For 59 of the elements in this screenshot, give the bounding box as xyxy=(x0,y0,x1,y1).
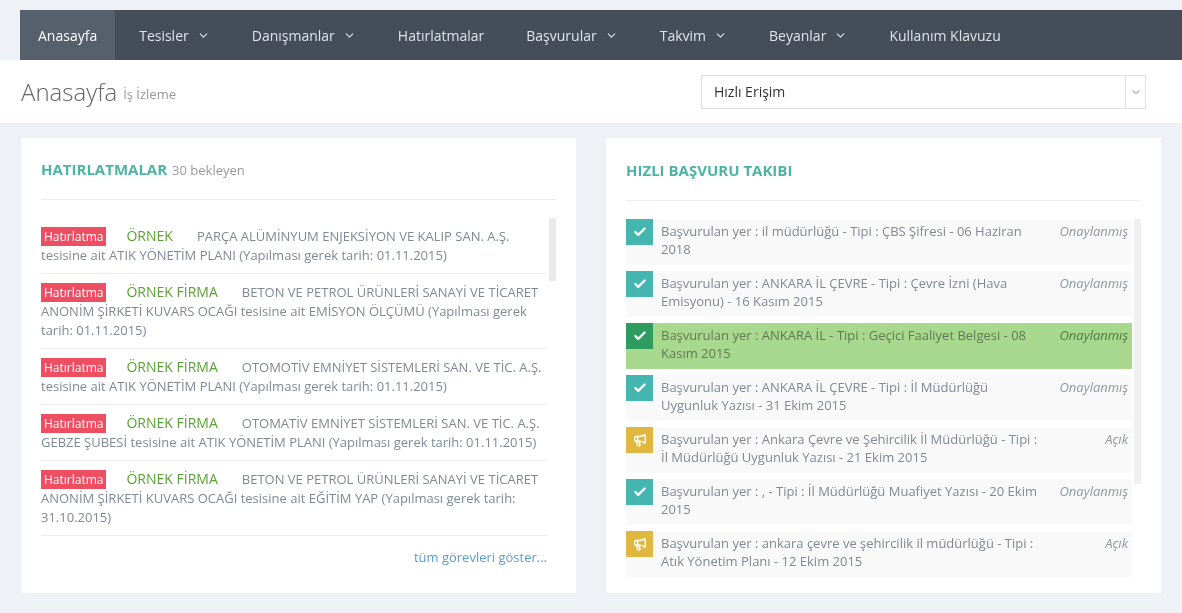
application-text: Başvurulan yer : ankara çevre ve şehircilik il müdürlüğü - Tipi : Atık Yönetim Planı - 12 Ekim 2015 xyxy=(661,533,1035,570)
application-status: Onaylanmış xyxy=(1058,377,1129,398)
megaphone-icon xyxy=(632,433,647,447)
reminder-text[interactable]: Hatırlatma ÖRNEK FİRMA OTOMOTİV EMNİYET SİSTEMLERİ SAN. VE TİC. A.Ş. tesisine ait ATIK YÖNETİM PLANI (Yapılması gerek tarih: 01.11.2015) xyxy=(41,356,547,396)
application-row[interactable]: Başvurulan yer : il müdürlüğü - Tipi : ÇBS Şifresi - 06 Haziran 2018 Onaylanmış xyxy=(626,219,1132,265)
application-row[interactable]: Başvurulan yer : ANKARA İL ÇEVRE - Tipi : Çevre İzni (Hava Emisyonu) - 16 Kasım 2015 Onaylanmış xyxy=(626,271,1132,317)
nav-tab[interactable]: Hatırlatmalar xyxy=(379,10,503,60)
page-subtitle: İş İzleme xyxy=(123,84,176,105)
card-title: HIZLI BAŞVURU TAKIBI xyxy=(626,160,793,180)
page-title: Anasayfa xyxy=(21,73,118,110)
quick-access-select[interactable]: Hızlı Erişim xyxy=(701,74,1146,109)
reminder-badge: Hatırlatma xyxy=(41,413,107,433)
application-status: Açık xyxy=(1103,533,1129,554)
nav-tab[interactable]: Beyanlar xyxy=(751,10,866,60)
reminder-badge: Hatırlatma xyxy=(41,357,107,377)
reminder-text[interactable]: Hatırlatma ÖRNEK FİRMA OTOMATİV EMNİYET SİSTEMLERİ SAN. VE TİC. A.Ş. GEBZE ŞUBESİ tesisine ait ATIK YÖNETİM PLANI (Yapılması gerek tarih: 01.11.2015) xyxy=(41,412,547,452)
megaphone-icon xyxy=(632,537,647,551)
application-text: Başvurulan yer : Ankara Çevre ve Şehircilik İl Müdürlüğü - Tipi : İl Müdürlüğü Uygunluk Yazısı - 21 Ekim 2015 xyxy=(661,429,1039,466)
application-status: Onaylanmış xyxy=(1058,481,1129,502)
firm-name: ÖRNEK FİRMA xyxy=(126,468,218,488)
application-status: Onaylanmış xyxy=(1058,273,1129,294)
application-row[interactable]: Başvurulan yer : Ankara Çevre ve Şehircilik İl Müdürlüğü - Tipi : İl Müdürlüğü Uygunluk Yazısı - 21 Ekim 2015 Açık xyxy=(626,427,1132,473)
application-status: Onaylanmış xyxy=(1058,325,1129,346)
application-row[interactable]: Başvurulan yer : ANKARA İL - Tipi : Geçici Faaliyet Belgesi - 08 Kasım 2015 Onaylanmış xyxy=(626,323,1132,369)
reminder-badge: Hatırlatma xyxy=(41,469,107,489)
application-text: Başvurulan yer : ANKARA İL ÇEVRE - Tipi : İl Müdürlüğü Uygunluk Yazısı - 31 Ekim 2015 xyxy=(661,377,989,414)
pending-count: 30 bekleyen xyxy=(172,161,245,181)
application-text: Başvurulan yer : , - Tipi : İl Müdürlüğü Muafiyet Yazısı - 20 Ekim 2015 xyxy=(661,481,1038,518)
reminder-text[interactable]: Hatırlatma ÖRNEK PARÇA ALÜMİNYUM ENJEKSİYON VE KALIP SAN. A.Ş. tesisine ait ATIK YÖNETİM PLANI (Yapılması gerek tarih: 01.11.2015) xyxy=(41,225,547,265)
card-title: HATIRLATMALAR xyxy=(41,158,168,181)
firm-name: ÖRNEK FİRMA xyxy=(126,356,218,376)
firm-name: ÖRNEK FİRMA xyxy=(126,281,218,301)
check-icon xyxy=(632,277,647,291)
nav-tab[interactable]: Takvim xyxy=(641,10,746,60)
select-value: Hızlı Erişim xyxy=(713,81,787,102)
nav-tab[interactable]: Başvurular xyxy=(508,10,636,60)
nav-tab[interactable]: Tesisler xyxy=(121,10,228,60)
application-row[interactable]: Başvurulan yer : ankara çevre ve şehircilik il müdürlüğü - Tipi : Atık Yönetim Planı - 12 Ekim 2015 Açık xyxy=(626,531,1132,577)
nav-tab[interactable]: Anasayfa xyxy=(20,10,116,60)
check-icon xyxy=(632,329,647,343)
check-icon xyxy=(632,485,647,499)
reminder-text[interactable]: Hatırlatma ÖRNEK FİRMA BETON VE PETROL ÜRÜNLERİ SANAYİ VE TİCARET ANONİM ŞİRKETİ KUVARS OCAĞI tesisine ait EMİSYON ÖLÇÜMÜ (Yapılması gerek tarih: 01.11.2015) xyxy=(41,281,547,340)
reminder-badge: Hatırlatma xyxy=(41,282,107,302)
application-row[interactable]: Başvurulan yer : ANKARA İL ÇEVRE - Tipi : İl Müdürlüğü Uygunluk Yazısı - 31 Ekim 2015 Onaylanmış xyxy=(626,375,1132,421)
nav-tab[interactable]: Kullanım Klavuzu xyxy=(871,10,1019,60)
application-status: Onaylanmış xyxy=(1058,221,1129,242)
firm-name: ÖRNEK FİRMA xyxy=(126,412,218,432)
application-text: Başvurulan yer : il müdürlüğü - Tipi : ÇBS Şifresi - 06 Haziran 2018 xyxy=(661,221,1023,258)
reminder-badge: Hatırlatma xyxy=(41,226,107,246)
firm-name: ÖRNEK xyxy=(126,225,173,245)
application-status: Açık xyxy=(1103,429,1129,450)
nav-tab[interactable]: Danışmanlar xyxy=(233,10,374,60)
check-icon xyxy=(632,381,647,395)
reminder-text[interactable]: Hatırlatma ÖRNEK FİRMA BETON VE PETROL ÜRÜNLERİ SANAYİ VE TİCARET ANONİM ŞİRKETİ KUVARS OCAĞI tesisine ait EĞİTİM YAP (Yapılması gerek tarih: 31.10.2015) xyxy=(41,468,547,527)
application-text: Başvurulan yer : ANKARA İL - Tipi : Geçici Faaliyet Belgesi - 08 Kasım 2015 xyxy=(661,325,1028,362)
application-row[interactable]: Başvurulan yer : , - Tipi : İl Müdürlüğü Muafiyet Yazısı - 20 Ekim 2015 Onaylanmış xyxy=(626,479,1132,525)
check-icon xyxy=(632,225,647,239)
show-all-link[interactable]: tüm görevleri göster... xyxy=(413,547,547,566)
application-text: Başvurulan yer : ANKARA İL ÇEVRE - Tipi : Çevre İzni (Hava Emisyonu) - 16 Kasım 2015 xyxy=(661,273,1009,310)
